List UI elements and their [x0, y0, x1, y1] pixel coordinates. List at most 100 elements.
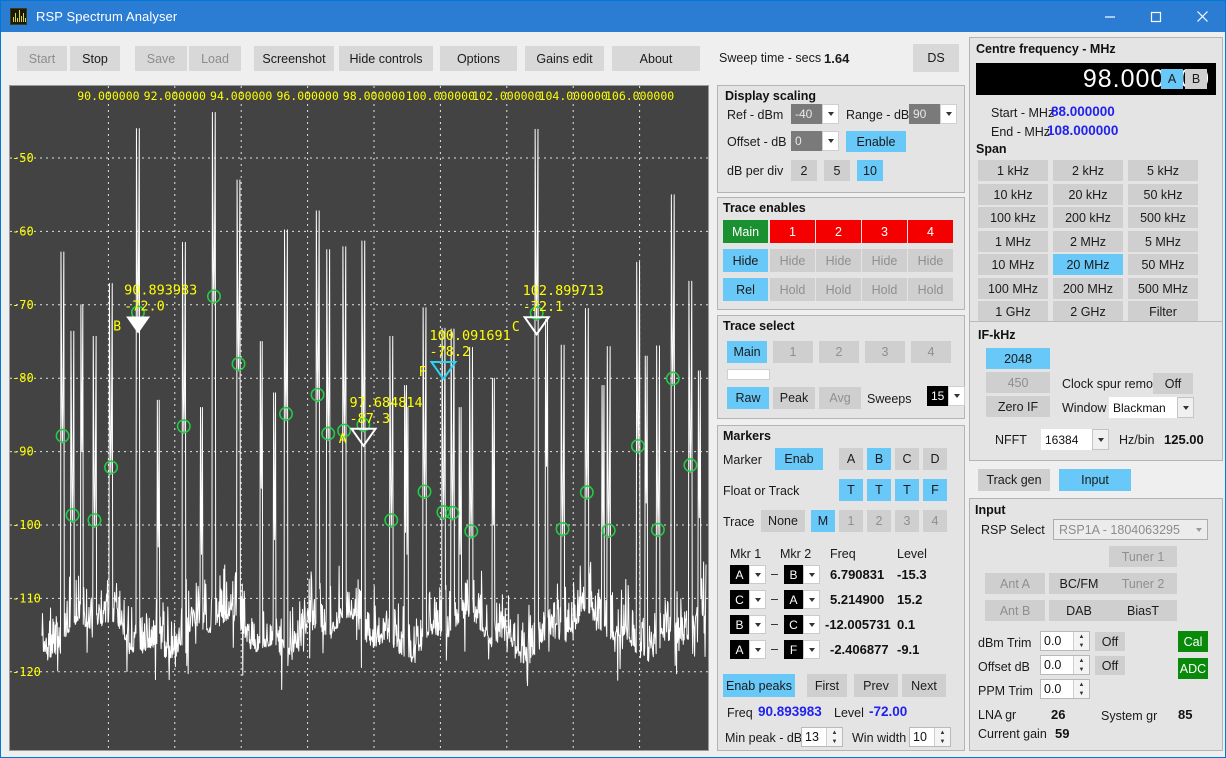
- prev-peak-button[interactable]: Prev: [854, 674, 898, 697]
- ds-button[interactable]: DS: [913, 44, 959, 72]
- rsp-select-dropdown[interactable]: RSP1A - 1804063295: [1053, 519, 1208, 540]
- chevron-down-icon[interactable]: [822, 131, 839, 151]
- enab-peaks-button[interactable]: Enab peaks: [723, 674, 795, 697]
- zero-if-button[interactable]: Zero IF: [986, 396, 1050, 417]
- marker-c-button[interactable]: C: [895, 448, 919, 470]
- nfft-combo[interactable]: 16384: [1041, 429, 1109, 450]
- screenshot-button[interactable]: Screenshot: [254, 46, 334, 71]
- chevron-down-icon[interactable]: [749, 590, 766, 609]
- minimize-icon[interactable]: [1087, 1, 1133, 32]
- trace-select-1[interactable]: 1: [773, 341, 813, 363]
- span-button-500-khz[interactable]: 500 kHz: [1128, 207, 1198, 228]
- span-button-2-ghz[interactable]: 2 GHz: [1053, 301, 1123, 322]
- db-per-div-2[interactable]: 2: [791, 160, 817, 181]
- vfo-a-button[interactable]: A: [1161, 69, 1183, 89]
- trace-hold-3[interactable]: Hold: [862, 278, 907, 301]
- span-button-5-mhz[interactable]: 5 MHz: [1128, 231, 1198, 252]
- offset-enable-button[interactable]: Enable: [846, 131, 906, 152]
- marker-trace-3[interactable]: 3: [895, 510, 919, 532]
- trace-hold-1[interactable]: Hold: [770, 278, 815, 301]
- mkr2-select-0[interactable]: B: [784, 565, 820, 584]
- span-button-200-khz[interactable]: 200 kHz: [1053, 207, 1123, 228]
- marker-d-button[interactable]: D: [923, 448, 947, 470]
- chevron-down-icon[interactable]: [803, 565, 820, 584]
- dab-button[interactable]: DAB: [1049, 600, 1109, 621]
- maximize-icon[interactable]: [1133, 1, 1179, 32]
- first-peak-button[interactable]: First: [807, 674, 847, 697]
- span-button-2-mhz[interactable]: 2 MHz: [1053, 231, 1123, 252]
- trace-enable-2[interactable]: 2: [816, 220, 861, 243]
- stepper-arrows-icon[interactable]: ▲ ▼: [1073, 680, 1089, 698]
- mkr2-select-3[interactable]: F: [784, 640, 820, 659]
- about-button[interactable]: About: [612, 46, 700, 71]
- chevron-down-icon[interactable]: [803, 615, 820, 634]
- stepper-arrows-icon[interactable]: ▲ ▼: [1073, 656, 1089, 674]
- save-button[interactable]: Save: [135, 46, 187, 71]
- span-button-1-mhz[interactable]: 1 MHz: [978, 231, 1048, 252]
- stop-button[interactable]: Stop: [70, 46, 120, 71]
- span-button-1-khz[interactable]: 1 kHz: [978, 160, 1048, 181]
- input-tab[interactable]: Input: [1059, 469, 1131, 491]
- clock-spur-toggle[interactable]: Off: [1153, 373, 1193, 394]
- trace-mode-peak[interactable]: Peak: [773, 387, 815, 409]
- trace-mode-raw[interactable]: Raw: [727, 387, 769, 409]
- trace-select-main[interactable]: Main: [727, 341, 767, 363]
- dbm-trim-toggle[interactable]: Off: [1095, 632, 1125, 651]
- trace-select-3[interactable]: 3: [865, 341, 905, 363]
- span-button-50-khz[interactable]: 50 kHz: [1128, 184, 1198, 205]
- chevron-down-icon[interactable]: [1092, 429, 1109, 450]
- db-per-div-5[interactable]: 5: [824, 160, 850, 181]
- mkr2-select-2[interactable]: C: [784, 615, 820, 634]
- chevron-down-icon[interactable]: [749, 640, 766, 659]
- start-button[interactable]: Start: [17, 46, 67, 71]
- stepper-arrows-icon[interactable]: ▲ ▼: [826, 728, 842, 746]
- marker-trace-none[interactable]: None: [761, 510, 805, 532]
- biast-button[interactable]: BiasT: [1109, 600, 1177, 621]
- trace-mode-avg[interactable]: Avg: [819, 387, 861, 409]
- tuner-1-button[interactable]: Tuner 1: [1109, 546, 1177, 567]
- marker-trace-1[interactable]: 1: [839, 510, 863, 532]
- offset-db-toggle[interactable]: Off: [1095, 656, 1125, 675]
- chevron-down-icon[interactable]: [822, 104, 839, 124]
- float-track-b[interactable]: T: [867, 479, 891, 501]
- span-button-2-khz[interactable]: 2 kHz: [1053, 160, 1123, 181]
- next-peak-button[interactable]: Next: [902, 674, 946, 697]
- span-button-500-mhz[interactable]: 500 MHz: [1128, 278, 1198, 299]
- trace-hold-4[interactable]: Hold: [908, 278, 953, 301]
- span-button-200-mhz[interactable]: 200 MHz: [1053, 278, 1123, 299]
- trace-enable-1[interactable]: 1: [770, 220, 815, 243]
- chevron-down-icon[interactable]: [803, 590, 820, 609]
- db-per-div-10[interactable]: 10: [857, 160, 883, 181]
- offset-db-combo[interactable]: 0: [791, 131, 839, 151]
- trace-hide-4[interactable]: Hide: [908, 249, 953, 272]
- chevron-down-icon[interactable]: [749, 565, 766, 584]
- trace-enable-main[interactable]: Main: [723, 220, 768, 243]
- track-gen-tab[interactable]: Track gen: [978, 469, 1050, 491]
- trace-enable-4[interactable]: 4: [908, 220, 953, 243]
- window-combo[interactable]: Blackman: [1109, 397, 1194, 418]
- ant-a-button[interactable]: Ant A: [985, 573, 1045, 594]
- span-button-filter[interactable]: Filter: [1128, 301, 1198, 322]
- mkr2-select-1[interactable]: A: [784, 590, 820, 609]
- gains-edit-button[interactable]: Gains edit: [525, 46, 604, 71]
- min-peak-stepper[interactable]: 13 ▲ ▼: [801, 727, 843, 747]
- win-width-stepper[interactable]: 10 ▲ ▼: [909, 727, 951, 747]
- chevron-down-icon[interactable]: [749, 615, 766, 634]
- marker-trace-2[interactable]: 2: [867, 510, 891, 532]
- span-button-20-khz[interactable]: 20 kHz: [1053, 184, 1123, 205]
- chevron-down-icon[interactable]: [803, 640, 820, 659]
- trace-select-4[interactable]: 4: [911, 341, 951, 363]
- vfo-b-button[interactable]: B: [1185, 69, 1207, 89]
- ref-dbm-combo[interactable]: -40: [791, 104, 839, 124]
- span-button-100-khz[interactable]: 100 kHz: [978, 207, 1048, 228]
- span-button-50-mhz[interactable]: 50 MHz: [1128, 254, 1198, 275]
- adc-button[interactable]: ADC: [1178, 658, 1208, 679]
- tuner-2-button[interactable]: Tuner 2: [1109, 573, 1177, 594]
- ppm-trim-stepper[interactable]: 0.0 ▲ ▼: [1040, 679, 1090, 699]
- cal-button[interactable]: Cal: [1178, 631, 1208, 652]
- span-button-20-mhz[interactable]: 20 MHz: [1053, 254, 1123, 275]
- dbm-trim-stepper[interactable]: 0.0 ▲ ▼: [1040, 631, 1090, 651]
- chevron-down-icon[interactable]: [948, 386, 965, 406]
- mkr1-select-0[interactable]: A: [730, 565, 766, 584]
- marker-b-button[interactable]: B: [867, 448, 891, 470]
